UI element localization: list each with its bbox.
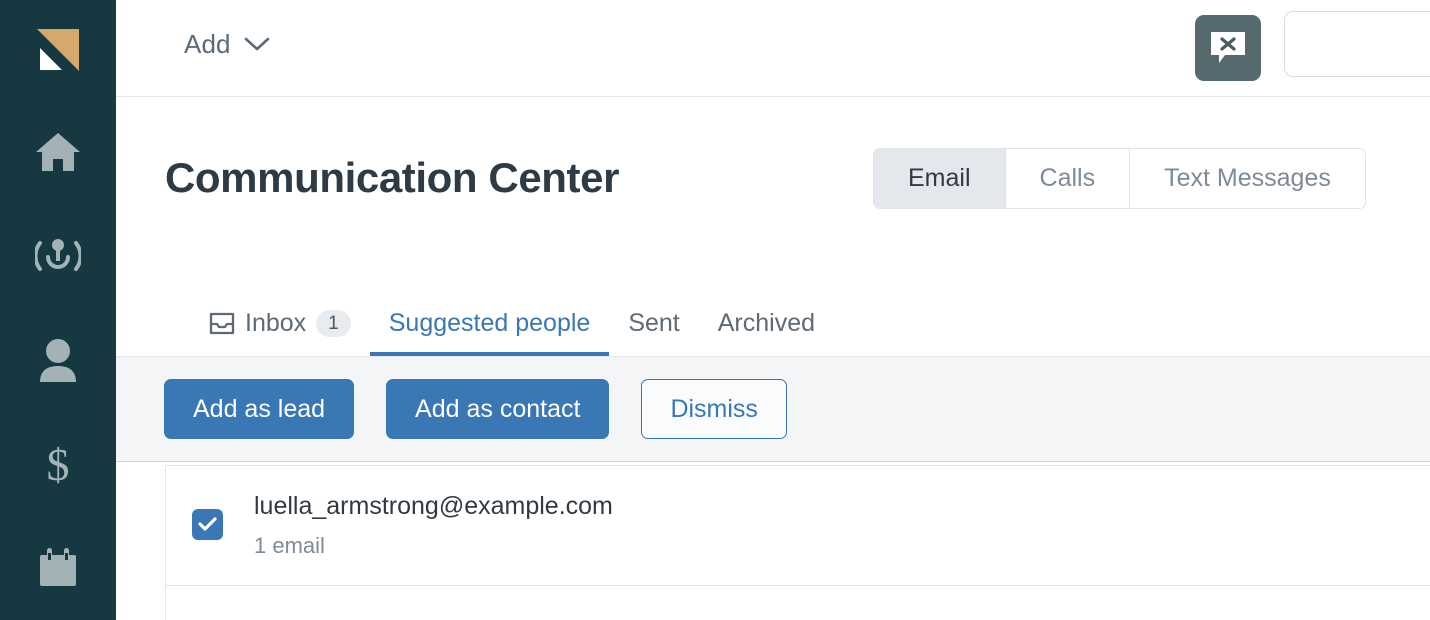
svg-text:$: $ (47, 440, 70, 488)
tab-suggested-people[interactable]: Suggested people (369, 290, 610, 356)
suggested-people-list: luella_armstrong@example.com 1 email (165, 465, 1430, 620)
tab-archived-label: Archived (717, 308, 816, 337)
tab-sent-label: Sent (628, 308, 680, 337)
table-row[interactable]: luella_armstrong@example.com 1 email (166, 466, 1430, 586)
add-as-contact-button[interactable]: Add as contact (386, 379, 610, 439)
row-email: luella_armstrong@example.com (254, 492, 613, 520)
inbox-icon (209, 312, 235, 334)
tab-inbox-badge: 1 (316, 309, 351, 337)
channel-tab-text-messages[interactable]: Text Messages (1130, 149, 1365, 208)
search-input[interactable] (1284, 11, 1430, 77)
top-bar: Add (116, 0, 1430, 97)
page-title: Communication Center (165, 154, 620, 201)
lead-radar-icon (35, 239, 81, 271)
chevron-down-icon (244, 37, 269, 51)
sidebar-item-home[interactable] (0, 100, 116, 204)
dismiss-button[interactable]: Dismiss (641, 379, 787, 439)
chat-bubble-close-icon (1211, 32, 1245, 63)
tab-archived[interactable]: Archived (699, 290, 834, 356)
chat-close-button[interactable] (1195, 15, 1261, 81)
row-email-count: 1 email (254, 532, 325, 558)
mailbox-tabs: Inbox 1 Suggested people Sent Archived (116, 290, 1430, 357)
sidebar-item-contacts[interactable] (0, 308, 116, 412)
add-as-lead-button[interactable]: Add as lead (164, 379, 355, 439)
person-icon (40, 339, 76, 382)
add-dropdown[interactable]: Add (184, 29, 270, 60)
app-logo[interactable] (0, 0, 116, 100)
tab-inbox-label: Inbox (245, 308, 307, 337)
app-root: $ Add Communication Center Email Calls T… (0, 0, 1430, 620)
dollar-icon: $ (47, 440, 70, 488)
channel-tab-calls[interactable]: Calls (1005, 149, 1131, 208)
tab-inbox[interactable]: Inbox 1 (190, 290, 370, 356)
tab-suggested-people-label: Suggested people (388, 308, 591, 337)
sidebar-item-calendar[interactable] (0, 516, 116, 620)
sidebar-nav: $ (0, 100, 116, 620)
sidebar-item-deals[interactable]: $ (0, 412, 116, 516)
table-row-next[interactable] (166, 586, 1430, 620)
action-toolbar: Add as lead Add as contact Dismiss (116, 357, 1430, 462)
check-icon (198, 517, 217, 531)
sidebar: $ (0, 0, 116, 620)
channel-tab-email[interactable]: Email (874, 149, 1006, 208)
sidebar-item-leads[interactable] (0, 204, 116, 308)
add-dropdown-label: Add (184, 29, 231, 59)
tab-sent[interactable]: Sent (609, 290, 698, 356)
row-content: luella_armstrong@example.com 1 email (254, 490, 613, 559)
row-checkbox[interactable] (192, 508, 223, 540)
calendar-icon (40, 548, 76, 586)
channel-segmented-control: Email Calls Text Messages (873, 148, 1366, 209)
logo-white-triangle (40, 48, 62, 70)
home-icon (36, 133, 80, 171)
